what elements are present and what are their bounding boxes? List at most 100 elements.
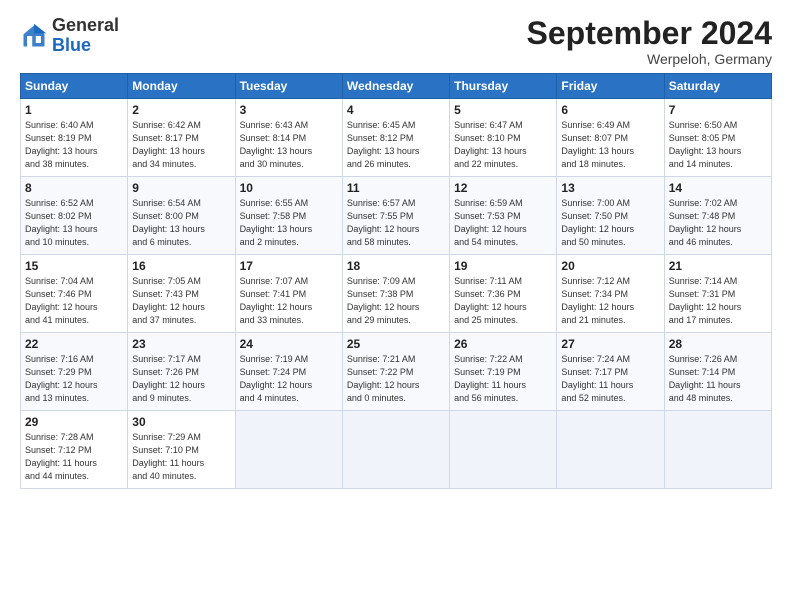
day-detail: Sunrise: 6:59 AMSunset: 7:53 PMDaylight:… xyxy=(454,197,552,249)
empty-cell xyxy=(557,411,664,489)
calendar-day-cell: 17Sunrise: 7:07 AMSunset: 7:41 PMDayligh… xyxy=(235,255,342,333)
calendar-day-cell: 26 Sunrise: 7:22 AMSunset: 7:19 PMDayligh… xyxy=(450,333,557,411)
calendar-day-cell: 7 Sunrise: 6:50 AMSunset: 8:05 PMDaylight… xyxy=(664,99,771,177)
calendar-day-cell: 29Sunrise: 7:28 AMSunset: 7:12 PMDayligh… xyxy=(21,411,128,489)
calendar-day-cell: 9Sunrise: 6:54 AMSunset: 8:00 PMDaylight… xyxy=(128,177,235,255)
calendar-week-row: 8 Sunrise: 6:52 AMSunset: 8:02 PMDaylight… xyxy=(21,177,772,255)
calendar-day-cell: 6 Sunrise: 6:49 AMSunset: 8:07 PMDaylight… xyxy=(557,99,664,177)
day-detail: Sunrise: 6:57 AMSunset: 7:55 PMDaylight:… xyxy=(347,197,445,249)
calendar-day-cell: 12 Sunrise: 6:59 AMSunset: 7:53 PMDayligh… xyxy=(450,177,557,255)
day-detail: Sunrise: 6:52 AMSunset: 8:02 PMDaylight:… xyxy=(25,197,123,249)
calendar-day-cell: 19Sunrise: 7:11 AMSunset: 7:36 PMDayligh… xyxy=(450,255,557,333)
day-detail: Sunrise: 7:29 AMSunset: 7:10 PMDaylight:… xyxy=(132,431,230,483)
day-detail: Sunrise: 6:50 AMSunset: 8:05 PMDaylight:… xyxy=(669,119,767,171)
day-detail: Sunrise: 6:55 AMSunset: 7:58 PMDaylight:… xyxy=(240,197,338,249)
day-detail: Sunrise: 7:05 AMSunset: 7:43 PMDaylight:… xyxy=(132,275,230,327)
day-detail: Sunrise: 7:11 AMSunset: 7:36 PMDaylight:… xyxy=(454,275,552,327)
day-number: 10 xyxy=(240,181,338,195)
day-detail: Sunrise: 7:09 AMSunset: 7:38 PMDaylight:… xyxy=(347,275,445,327)
day-detail: Sunrise: 7:16 AMSunset: 7:29 PMDaylight:… xyxy=(25,353,123,405)
calendar-week-row: 1 Sunrise: 6:40 AMSunset: 8:19 PMDaylight… xyxy=(21,99,772,177)
calendar-day-cell: 28 Sunrise: 7:26 AMSunset: 7:14 PMDayligh… xyxy=(664,333,771,411)
header: General Blue September 2024 Werpeloh, Ge… xyxy=(20,16,772,67)
weekday-header-friday: Friday xyxy=(557,74,664,99)
empty-cell xyxy=(342,411,449,489)
day-number: 25 xyxy=(347,337,445,351)
calendar-day-cell: 15 Sunrise: 7:04 AMSunset: 7:46 PMDayligh… xyxy=(21,255,128,333)
location: Werpeloh, Germany xyxy=(527,51,772,67)
empty-cell xyxy=(664,411,771,489)
day-number: 3 xyxy=(240,103,338,117)
day-detail: Sunrise: 7:04 AMSunset: 7:46 PMDaylight:… xyxy=(25,275,123,327)
empty-cell xyxy=(235,411,342,489)
empty-cell xyxy=(450,411,557,489)
day-number: 15 xyxy=(25,259,123,273)
day-number: 18 xyxy=(347,259,445,273)
logo-text: General Blue xyxy=(52,16,119,56)
calendar-day-cell: 3 Sunrise: 6:43 AMSunset: 8:14 PMDaylight… xyxy=(235,99,342,177)
logo: General Blue xyxy=(20,16,119,56)
day-detail: Sunrise: 7:00 AMSunset: 7:50 PMDaylight:… xyxy=(561,197,659,249)
calendar-day-cell: 14 Sunrise: 7:02 AMSunset: 7:48 PMDayligh… xyxy=(664,177,771,255)
weekday-header-row: SundayMondayTuesdayWednesdayThursdayFrid… xyxy=(21,74,772,99)
day-number: 21 xyxy=(669,259,767,273)
day-detail: Sunrise: 7:12 AMSunset: 7:34 PMDaylight:… xyxy=(561,275,659,327)
day-detail: Sunrise: 6:45 AMSunset: 8:12 PMDaylight:… xyxy=(347,119,445,171)
day-number: 4 xyxy=(347,103,445,117)
calendar-day-cell: 8 Sunrise: 6:52 AMSunset: 8:02 PMDaylight… xyxy=(21,177,128,255)
day-number: 26 xyxy=(454,337,552,351)
day-detail: Sunrise: 7:22 AMSunset: 7:19 PMDaylight:… xyxy=(454,353,552,405)
day-number: 7 xyxy=(669,103,767,117)
day-detail: Sunrise: 7:02 AMSunset: 7:48 PMDaylight:… xyxy=(669,197,767,249)
day-detail: Sunrise: 7:17 AMSunset: 7:26 PMDaylight:… xyxy=(132,353,230,405)
calendar-day-cell: 18 Sunrise: 7:09 AMSunset: 7:38 PMDayligh… xyxy=(342,255,449,333)
day-number: 17 xyxy=(240,259,338,273)
day-detail: Sunrise: 6:49 AMSunset: 8:07 PMDaylight:… xyxy=(561,119,659,171)
calendar-day-cell: 25Sunrise: 7:21 AMSunset: 7:22 PMDayligh… xyxy=(342,333,449,411)
calendar-day-cell: 20Sunrise: 7:12 AMSunset: 7:34 PMDayligh… xyxy=(557,255,664,333)
calendar-day-cell: 4 Sunrise: 6:45 AMSunset: 8:12 PMDaylight… xyxy=(342,99,449,177)
calendar-day-cell: 5 Sunrise: 6:47 AMSunset: 8:10 PMDaylight… xyxy=(450,99,557,177)
day-number: 24 xyxy=(240,337,338,351)
page: General Blue September 2024 Werpeloh, Ge… xyxy=(0,0,792,499)
day-detail: Sunrise: 7:19 AMSunset: 7:24 PMDaylight:… xyxy=(240,353,338,405)
day-number: 28 xyxy=(669,337,767,351)
weekday-header-tuesday: Tuesday xyxy=(235,74,342,99)
weekday-header-sunday: Sunday xyxy=(21,74,128,99)
calendar-day-cell: 22 Sunrise: 7:16 AMSunset: 7:29 PMDayligh… xyxy=(21,333,128,411)
logo-blue: Blue xyxy=(52,35,91,55)
day-detail: Sunrise: 7:26 AMSunset: 7:14 PMDaylight:… xyxy=(669,353,767,405)
calendar-day-cell: 27 Sunrise: 7:24 AMSunset: 7:17 PMDayligh… xyxy=(557,333,664,411)
title-area: September 2024 Werpeloh, Germany xyxy=(527,16,772,67)
day-number: 22 xyxy=(25,337,123,351)
day-number: 29 xyxy=(25,415,123,429)
day-detail: Sunrise: 6:40 AMSunset: 8:19 PMDaylight:… xyxy=(25,119,123,171)
day-number: 11 xyxy=(347,181,445,195)
day-detail: Sunrise: 7:24 AMSunset: 7:17 PMDaylight:… xyxy=(561,353,659,405)
day-number: 1 xyxy=(25,103,123,117)
day-number: 30 xyxy=(132,415,230,429)
day-number: 12 xyxy=(454,181,552,195)
day-number: 6 xyxy=(561,103,659,117)
day-detail: Sunrise: 6:43 AMSunset: 8:14 PMDaylight:… xyxy=(240,119,338,171)
calendar-day-cell: 24 Sunrise: 7:19 AMSunset: 7:24 PMDayligh… xyxy=(235,333,342,411)
day-number: 5 xyxy=(454,103,552,117)
calendar-table: SundayMondayTuesdayWednesdayThursdayFrid… xyxy=(20,73,772,489)
day-number: 9 xyxy=(132,181,230,195)
weekday-header-saturday: Saturday xyxy=(664,74,771,99)
weekday-header-monday: Monday xyxy=(128,74,235,99)
month-title: September 2024 xyxy=(527,16,772,51)
logo-icon xyxy=(20,22,48,50)
calendar-day-cell: 2Sunrise: 6:42 AMSunset: 8:17 PMDaylight… xyxy=(128,99,235,177)
day-number: 27 xyxy=(561,337,659,351)
day-number: 8 xyxy=(25,181,123,195)
day-number: 23 xyxy=(132,337,230,351)
calendar-week-row: 22 Sunrise: 7:16 AMSunset: 7:29 PMDayligh… xyxy=(21,333,772,411)
day-number: 14 xyxy=(669,181,767,195)
calendar-day-cell: 10 Sunrise: 6:55 AMSunset: 7:58 PMDayligh… xyxy=(235,177,342,255)
calendar-day-cell: 21Sunrise: 7:14 AMSunset: 7:31 PMDayligh… xyxy=(664,255,771,333)
day-detail: Sunrise: 6:47 AMSunset: 8:10 PMDaylight:… xyxy=(454,119,552,171)
day-number: 13 xyxy=(561,181,659,195)
weekday-header-wednesday: Wednesday xyxy=(342,74,449,99)
logo-general: General xyxy=(52,15,119,35)
